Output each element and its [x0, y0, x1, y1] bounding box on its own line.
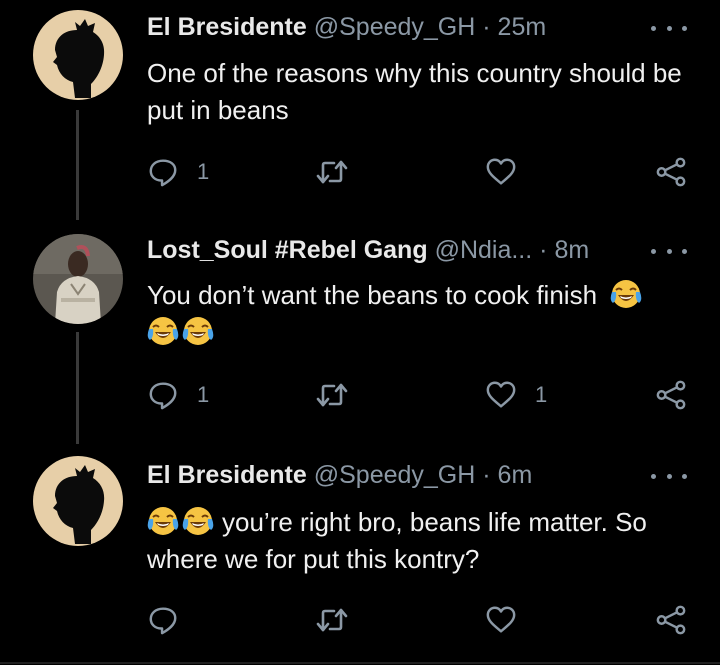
share-button[interactable] [655, 155, 687, 189]
share-icon [655, 379, 687, 411]
separator-dot: · [482, 13, 491, 41]
tears-of-joy-emoji [147, 315, 179, 347]
retweet-button[interactable] [315, 155, 349, 189]
share-button[interactable] [655, 603, 687, 637]
like-button[interactable] [485, 603, 517, 637]
tweet-text: you’re right bro, beans life matter. So … [147, 504, 687, 578]
user-handle[interactable]: @Speedy_GH [314, 13, 476, 41]
reply-button[interactable]: 1 [147, 378, 209, 412]
tears-of-joy-emoji [147, 505, 179, 537]
avatar-image [33, 234, 123, 324]
share-button[interactable] [655, 378, 687, 412]
retweet-icon [315, 378, 349, 412]
avatar[interactable] [33, 10, 123, 100]
timestamp[interactable]: 25m [498, 13, 547, 41]
tweet-text: You don’t want the beans to cook finish [147, 277, 687, 351]
reply-icon [147, 604, 179, 636]
tweet[interactable]: El Bresidente @Speedy_GH · 6m you’re rig… [0, 446, 720, 662]
like-button[interactable] [485, 155, 517, 189]
tweet-header: Lost_Soul #Rebel Gang @Ndia... · 8m [147, 233, 660, 267]
tweet-text-line2: where we for put this kontry? [147, 544, 480, 574]
tears-of-joy-emoji [182, 315, 214, 347]
reply-button[interactable]: 1 [147, 155, 209, 189]
timestamp[interactable]: 6m [498, 461, 533, 489]
separator-dot: · [539, 236, 548, 264]
tweet-actions [147, 603, 692, 637]
share-icon [655, 604, 687, 636]
avatar[interactable] [33, 456, 123, 546]
bottom-divider [0, 662, 720, 664]
tweet-text-line1: you’re right bro, beans life matter. So [222, 507, 647, 537]
tweet-header: El Bresidente @Speedy_GH · 6m [147, 458, 660, 492]
display-name[interactable]: El Bresidente [147, 13, 307, 41]
avatar[interactable] [33, 234, 123, 324]
heart-icon [485, 604, 517, 636]
display-name[interactable]: El Bresidente [147, 461, 307, 489]
tweet-text: One of the reasons why this country shou… [147, 58, 682, 125]
tears-of-joy-emoji [182, 505, 214, 537]
reply-icon [147, 379, 179, 411]
tweet-text-content: You don’t want the beans to cook finish [147, 280, 598, 310]
reply-icon [147, 156, 179, 188]
avatar-image [33, 10, 123, 100]
reply-count: 1 [197, 159, 210, 184]
more-options-icon[interactable] [651, 243, 687, 259]
tweet-header: El Bresidente @Speedy_GH · 25m [147, 10, 660, 44]
heart-icon [485, 379, 517, 411]
user-handle[interactable]: @Ndia... [435, 236, 533, 264]
tweet[interactable]: El Bresidente @Speedy_GH · 25m One of th… [0, 0, 720, 220]
retweet-icon [315, 603, 349, 637]
retweet-button[interactable] [315, 603, 349, 637]
heart-icon [485, 156, 517, 188]
reply-button[interactable] [147, 603, 179, 637]
separator-dot: · [482, 461, 491, 489]
tweet-actions: 1 1 [147, 378, 692, 412]
like-count: 1 [535, 382, 548, 407]
tweet[interactable]: Lost_Soul #Rebel Gang @Ndia... · 8m You … [0, 222, 720, 444]
retweet-button[interactable] [315, 378, 349, 412]
like-button[interactable]: 1 [485, 378, 547, 412]
share-icon [655, 156, 687, 188]
avatar-image [33, 456, 123, 546]
retweet-icon [315, 155, 349, 189]
tears-of-joy-emoji [610, 278, 642, 310]
display-name[interactable]: Lost_Soul #Rebel Gang [147, 236, 428, 264]
tweet-actions: 1 [147, 155, 692, 189]
timestamp[interactable]: 8m [554, 236, 589, 264]
user-handle[interactable]: @Speedy_GH [314, 461, 476, 489]
reply-count: 1 [197, 382, 210, 407]
more-options-icon[interactable] [651, 468, 687, 484]
more-options-icon[interactable] [651, 20, 687, 36]
